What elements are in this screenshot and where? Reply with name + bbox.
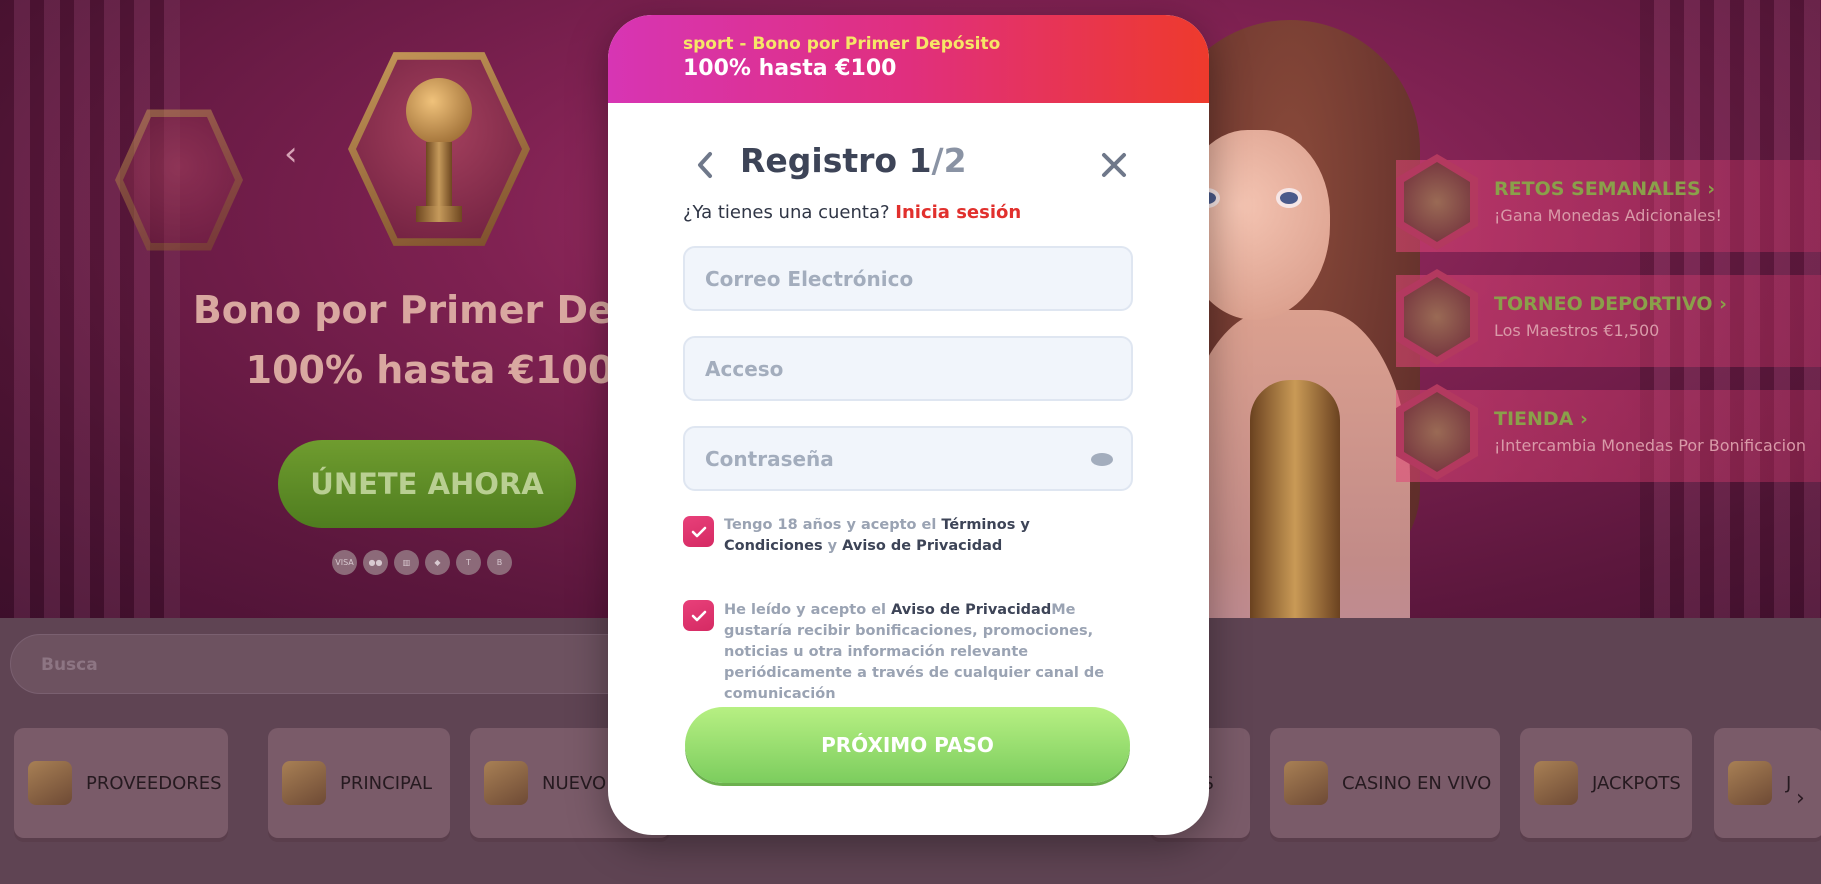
bonus-header: sport - Bono por Primer Depósito 100% ha…: [608, 15, 1209, 103]
checkmark-icon: [691, 526, 706, 537]
category-label: PRINCIPAL: [340, 772, 433, 794]
back-button[interactable]: [690, 147, 720, 183]
consent-middle: y: [822, 538, 843, 554]
new-icon: [484, 761, 528, 805]
privacy-link[interactable]: Aviso de Privacidad: [891, 602, 1051, 618]
title-step: /2: [931, 141, 967, 180]
football-trophy-icon: [348, 52, 530, 246]
login-link[interactable]: Inicia sesión: [895, 202, 1021, 223]
promo-title: RETOS SEMANALES: [1494, 178, 1701, 200]
title-text: Registro 1: [740, 141, 932, 180]
search-placeholder: Busca: [41, 655, 98, 675]
ethereum-icon: ◆: [425, 550, 450, 575]
promo-title: TIENDA: [1494, 408, 1574, 430]
hero-prev-arrow-icon[interactable]: ‹: [284, 134, 298, 174]
payment-methods: VISA ●● ▥ ◆ T B: [332, 550, 512, 575]
bank-icon: ▥: [394, 550, 419, 575]
next-step-button[interactable]: PRÓXIMO PASO: [685, 707, 1130, 783]
promo-subtitle: ¡Intercambia Monedas Por Bonificacion: [1494, 436, 1806, 455]
category-label: JACKPOTS: [1592, 772, 1681, 794]
shop-icon: [1396, 384, 1478, 480]
chevron-left-icon: [698, 152, 712, 178]
jackpots-icon: [1534, 761, 1578, 805]
show-password-eye-icon[interactable]: [1091, 453, 1113, 466]
bitcoin-icon: B: [487, 550, 512, 575]
terms-checkbox[interactable]: [683, 516, 714, 547]
bonus-label: sport - Bono por Primer Depósito: [683, 34, 1001, 54]
login-input[interactable]: [705, 338, 1131, 399]
join-now-button[interactable]: ÚNETE AHORA: [278, 440, 576, 528]
registration-modal: sport - Bono por Primer Depósito 100% ha…: [608, 15, 1209, 835]
account-question: ¿Ya tienes una cuenta?: [683, 202, 890, 223]
checkmark-icon: [691, 610, 706, 621]
promo-subtitle: Los Maestros €1,500: [1494, 321, 1660, 340]
cards-icon: [1728, 761, 1772, 805]
promo-title: TORNEO DEPORTIVO: [1494, 293, 1713, 315]
category-label: NUEVO: [542, 772, 607, 794]
marketing-checkbox[interactable]: [683, 600, 714, 631]
category-label: CASINO EN VIVO: [1342, 772, 1492, 794]
star-trophy-icon: [1396, 154, 1478, 250]
categories-next-icon[interactable]: ›: [1796, 786, 1805, 811]
login-field[interactable]: [683, 336, 1133, 401]
category-live-casino[interactable]: CASINO EN VIVO: [1270, 728, 1500, 838]
bonus-amount: 100% hasta €100: [683, 56, 897, 81]
consent-prefix: Tengo 18 años y acepto el: [724, 517, 942, 533]
promo-weekly-challenges[interactable]: RETOS SEMANALES › ¡Gana Monedas Adiciona…: [1396, 154, 1821, 252]
cup-icon: [1396, 269, 1478, 365]
account-prompt: ¿Ya tienes una cuenta? Inicia sesión: [683, 202, 1021, 223]
close-icon: [1102, 153, 1126, 177]
game-search-input[interactable]: Busca: [10, 634, 650, 694]
tether-icon: T: [456, 550, 481, 575]
promo-sports-tournament[interactable]: TORNEO DEPORTIVO › Los Maestros €1,500: [1396, 269, 1821, 367]
consent-prefix: He leído y acepto el: [724, 602, 892, 618]
category-cards[interactable]: J: [1714, 728, 1821, 838]
marketing-consent-text: He leído y acepto el Aviso de Privacidad…: [724, 600, 1124, 705]
live-casino-icon: [1284, 761, 1328, 805]
privacy-link[interactable]: Aviso de Privacidad: [842, 538, 1002, 554]
main-icon: [282, 761, 326, 805]
email-input[interactable]: [705, 248, 1131, 309]
terms-consent-text: Tengo 18 años y acepto el Términos y Con…: [724, 515, 1124, 557]
providers-icon: [28, 761, 72, 805]
email-field[interactable]: [683, 246, 1133, 311]
category-label: PROVEEDORES: [86, 772, 222, 794]
modal-title: Registro 1/2: [740, 141, 967, 180]
close-button[interactable]: [1094, 145, 1134, 185]
password-input[interactable]: [705, 428, 1131, 489]
category-jackpots[interactable]: JACKPOTS: [1520, 728, 1692, 838]
password-field[interactable]: [683, 426, 1133, 491]
category-main[interactable]: PRINCIPAL: [268, 728, 450, 838]
mastercard-icon: ●●: [363, 550, 388, 575]
promo-subtitle: ¡Gana Monedas Adicionales!: [1494, 206, 1722, 225]
visa-icon: VISA: [332, 550, 357, 575]
category-label: J: [1786, 772, 1792, 794]
category-providers[interactable]: PROVEEDORES: [14, 728, 228, 838]
promo-shop[interactable]: TIENDA › ¡Intercambia Monedas Por Bonifi…: [1396, 384, 1821, 482]
